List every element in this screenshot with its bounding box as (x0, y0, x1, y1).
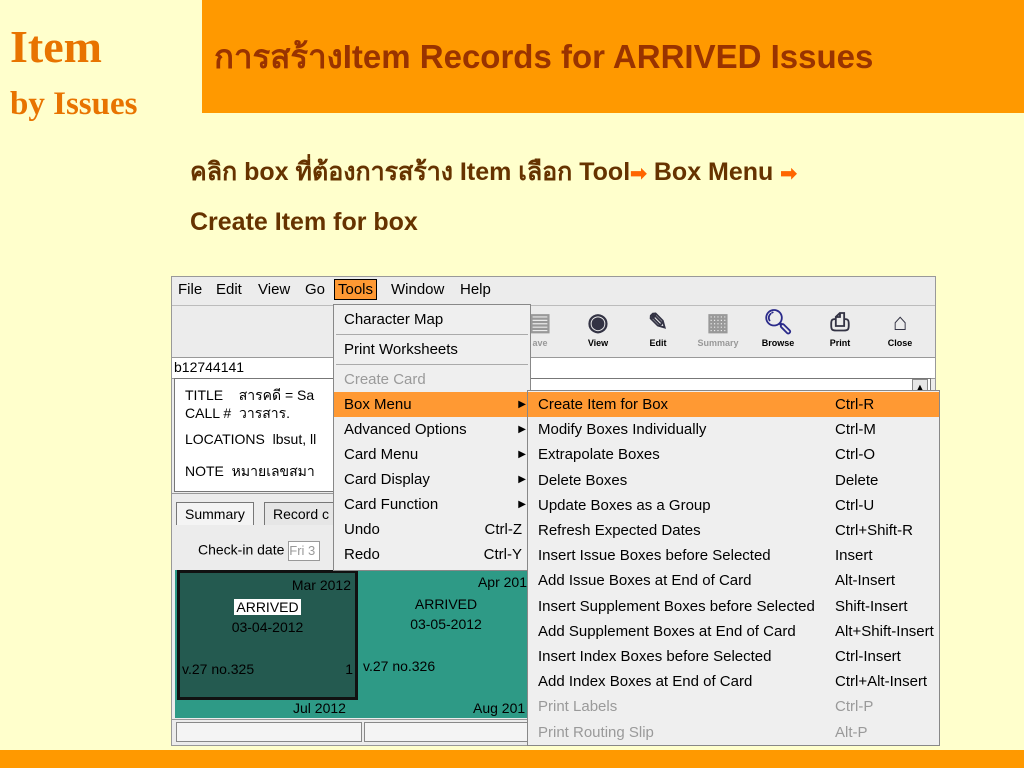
tools-menu-item-create-card[interactable]: Create Card (334, 367, 530, 392)
call-label: CALL # (185, 405, 232, 421)
tools-menu-item-card-function[interactable]: Card Function ▶ (334, 492, 530, 517)
close-icon: ⌂ (892, 309, 908, 336)
status-field (364, 722, 532, 742)
checkin-date-input[interactable]: Fri 3 (288, 541, 321, 561)
box-menu-item-insert-issue-boxes-before-selected[interactable]: Insert Issue Boxes before Selected Insert (528, 543, 939, 568)
menu-separator (336, 334, 528, 335)
menu-go[interactable]: Go (305, 281, 325, 298)
box-menu-item-delete-boxes[interactable]: Delete Boxes Delete (528, 468, 939, 493)
view-button[interactable]: ◉ View (570, 308, 626, 348)
browse-icon: 🔍︎ (762, 309, 794, 336)
box-menu-item-print-routing-slip[interactable]: Print Routing Slip Alt-P (528, 720, 939, 745)
box-date: 03-05-2012 (410, 616, 482, 632)
submenu-arrow-icon: ▶ (518, 399, 526, 410)
locations-label: LOCATIONS (185, 431, 265, 447)
submenu-arrow-icon: ▶ (518, 474, 526, 485)
box-month: Mar 2012 (291, 577, 351, 593)
checkin-label: Check-in date (198, 541, 285, 558)
record-id-bar: b12744141 (172, 357, 935, 379)
box-menu-item-add-supplement-boxes-at-end-of-card[interactable]: Add Supplement Boxes at End of Card Alt+S… (528, 619, 939, 644)
title-value: สารคดี = Sa (238, 387, 315, 403)
record-id: b12744141 (174, 359, 245, 375)
menu-separator (336, 364, 528, 365)
locations-value: lbsut, ll (272, 431, 317, 447)
box-menu-item-print-labels[interactable]: Print Labels Ctrl-P (528, 694, 939, 719)
box-date: 03-04-2012 (231, 619, 304, 635)
edit-icon: ✎ (647, 309, 669, 336)
tools-menu-item-box-menu[interactable]: Box Menu ▶ (334, 392, 530, 417)
box-menu-item-add-index-boxes-at-end-of-card[interactable]: Add Index Boxes at End of Card Ctrl+Alt-I… (528, 669, 939, 694)
menu-tools[interactable]: Tools (334, 279, 378, 300)
summary-button[interactable]: ▦ Summary (690, 308, 746, 348)
note-label: NOTE (185, 463, 224, 479)
box-submenu: Create Item for Box Ctrl-R Modify Boxes In… (527, 390, 940, 746)
print-icon: ⎙ (830, 309, 850, 336)
box-menu-item-refresh-expected-dates[interactable]: Refresh Expected Dates Ctrl+Shift-R (528, 518, 939, 543)
tab-record[interactable]: Record c (264, 502, 339, 525)
box-menu-item-create-item-for-box[interactable]: Create Item for Box Ctrl-R (528, 392, 939, 417)
submenu-arrow-icon: ▶ (518, 424, 526, 435)
tab-summary[interactable]: Summary (176, 502, 254, 525)
menu-window[interactable]: Window (391, 281, 444, 298)
menu-help[interactable]: Help (460, 281, 491, 298)
submenu-arrow-icon: ▶ (518, 449, 526, 460)
call-value: วารสาร. (238, 405, 291, 421)
menu-edit[interactable]: Edit (216, 281, 242, 298)
tools-menu-item-print-worksheets[interactable]: Print Worksheets (334, 337, 530, 362)
arrow-right-icon: ➡ (630, 162, 647, 185)
tools-menu-item-advanced-options[interactable]: Advanced Options ▶ (334, 417, 530, 442)
box-menu-item-modify-boxes-individually[interactable]: Modify Boxes Individually Ctrl-M (528, 417, 939, 442)
instruction-line-2: Create Item for box (190, 208, 418, 236)
title-label: TITLE (185, 387, 224, 403)
edit-button[interactable]: ✎ Edit (630, 308, 686, 348)
instruction-text-b: Box Menu (646, 158, 781, 186)
side-title-line1: Item (10, 21, 102, 72)
menu-view[interactable]: View (258, 281, 290, 298)
arrow-right-icon: ➡ (780, 162, 798, 185)
issue-box[interactable]: Apr 201 ARRIVED 03-05-2012 v.27 no.326 (361, 570, 531, 700)
box-volume: v.27 no.325 (182, 661, 255, 677)
box-extra: 1 (345, 661, 353, 677)
bottom-band (0, 750, 1024, 768)
print-button[interactable]: ⎙ Print (812, 308, 868, 348)
note-value: หมายเลขสมา (231, 463, 315, 479)
box-volume: v.27 no.326 (363, 658, 436, 674)
browse-button[interactable]: 🔍︎ Browse (750, 308, 806, 348)
tools-menu-item-character-map[interactable]: Character Map (334, 307, 530, 332)
summary-icon: ▦ (706, 309, 730, 336)
instruction-line-1: คลิก box ที่ต้องการสร้าง Item เลือก Tool… (190, 152, 797, 192)
title-band: การสร้างItem Records for ARRIVED Issues (202, 0, 1024, 113)
box-menu-item-update-boxes-as-a-group[interactable]: Update Boxes as a Group Ctrl-U (528, 493, 939, 518)
box-menu-item-extrapolate-boxes[interactable]: Extrapolate Boxes Ctrl-O (528, 442, 939, 467)
box-month: Apr 201 (477, 574, 527, 590)
box-month: Jul 2012 (293, 700, 346, 716)
box-status: ARRIVED (414, 596, 478, 612)
tools-menu-item-undo[interactable]: Undo Ctrl-Z (334, 517, 530, 542)
view-icon: ◉ (587, 309, 609, 336)
box-status: ARRIVED (234, 599, 301, 615)
box-menu-item-insert-supplement-boxes-before-selected[interactable]: Insert Supplement Boxes before Selected S… (528, 594, 939, 619)
side-title: Item by Issues (0, 0, 202, 122)
box-month: Aug 201 (473, 700, 526, 716)
instruction-text-a: คลิก box ที่ต้องการสร้าง Item เลือก Tool (190, 158, 631, 186)
toolbar: ▤ ave ◉ View ✎ Edit ▦ Summary 🔍︎ Browse ⎙ Prin… (172, 306, 935, 356)
menubar: File Edit View Go Tools Window Help (172, 277, 935, 306)
issue-box[interactable]: Mar 2012 ARRIVED 03-04-2012 v.27 no.325 … (177, 570, 358, 700)
status-field (176, 722, 362, 742)
box-menu-item-insert-index-boxes-before-selected[interactable]: Insert Index Boxes before Selected Ctrl-I… (528, 644, 939, 669)
checkin-date-row: Check-in date Fri 3 (198, 541, 321, 561)
submenu-arrow-icon: ▶ (518, 499, 526, 510)
close-button[interactable]: ⌂ Close (872, 308, 928, 348)
menu-file[interactable]: File (178, 281, 202, 298)
tools-menu-item-card-menu[interactable]: Card Menu ▶ (334, 442, 530, 467)
tools-menu-item-redo[interactable]: Redo Ctrl-Y (334, 542, 530, 567)
side-title-line2: by Issues (10, 86, 138, 122)
slide-title: การสร้างItem Records for ARRIVED Issues (214, 38, 874, 75)
tools-menu-item-card-display[interactable]: Card Display ▶ (334, 467, 530, 492)
tools-menu: Character Map Print Worksheets Create Card… (333, 304, 531, 571)
box-menu-item-add-issue-boxes-at-end-of-card[interactable]: Add Issue Boxes at End of Card Alt-Insert (528, 568, 939, 593)
